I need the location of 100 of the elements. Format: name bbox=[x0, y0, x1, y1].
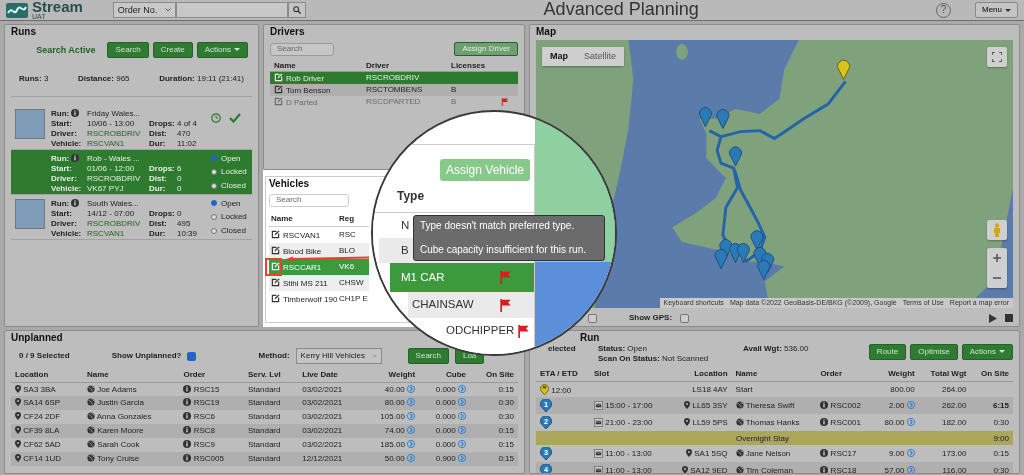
edit-icon[interactable] bbox=[271, 245, 280, 255]
radio-button[interactable] bbox=[211, 214, 217, 220]
details-icon[interactable] bbox=[407, 398, 416, 407]
vehicle-type-row[interactable]: ODCHIPPER bbox=[442, 318, 534, 344]
globe-icon bbox=[86, 384, 95, 393]
search-field[interactable]: Search bbox=[270, 42, 334, 56]
envelope-icon bbox=[594, 418, 603, 428]
fullscreen-button[interactable] bbox=[987, 47, 1007, 67]
details-icon[interactable] bbox=[458, 454, 466, 463]
action-button[interactable]: Actions bbox=[961, 344, 1013, 360]
details-icon[interactable] bbox=[407, 412, 416, 421]
table-cell-text: RSC bbox=[339, 230, 357, 240]
table-cell: SA12 9ED bbox=[690, 466, 728, 473]
action-button[interactable]: Actions bbox=[196, 42, 248, 58]
edit-icon[interactable] bbox=[271, 277, 280, 287]
field-label: Drops: bbox=[149, 118, 176, 129]
search-field[interactable]: Search bbox=[269, 194, 349, 207]
details-icon[interactable] bbox=[407, 440, 416, 449]
field-label: Dur: bbox=[149, 138, 167, 149]
table-cell: Standard bbox=[244, 438, 299, 453]
table-cell: RSC6 bbox=[193, 412, 215, 422]
edit-icon[interactable] bbox=[274, 84, 283, 94]
table-cell: 03/02/2021 bbox=[298, 396, 363, 411]
checkbox[interactable] bbox=[588, 313, 597, 323]
menu-button[interactable]: Menu bbox=[975, 2, 1018, 18]
map-type-tab[interactable]: Satellite bbox=[576, 47, 625, 66]
caret-icon bbox=[1005, 8, 1011, 12]
table-cell: RSC19 bbox=[193, 398, 220, 408]
search-field[interactable] bbox=[176, 2, 289, 18]
vehicle-type-row[interactable]: M1 CAR bbox=[390, 263, 534, 292]
radio-label: Closed bbox=[221, 180, 246, 191]
details-icon[interactable] bbox=[906, 449, 915, 458]
column-header: Name bbox=[274, 60, 297, 71]
table-cell: 50.00 bbox=[384, 454, 405, 464]
action-button[interactable]: Create bbox=[152, 42, 193, 58]
action-button[interactable]: Route bbox=[868, 344, 907, 360]
table-cell: 185.00 bbox=[380, 440, 405, 450]
field-label: Avail Wgt: bbox=[743, 344, 782, 353]
stop-marker[interactable]: 2 bbox=[540, 416, 552, 430]
field-value: Not Scanned bbox=[662, 353, 709, 363]
radio-button[interactable] bbox=[211, 155, 217, 162]
details-icon[interactable] bbox=[407, 454, 416, 463]
table-cell: RSC15 bbox=[193, 384, 220, 394]
radio-button[interactable] bbox=[211, 227, 217, 234]
table-cell: B bbox=[451, 97, 457, 107]
vehicle-row[interactable]: RSCCAR1 VK6 bbox=[269, 259, 369, 275]
show-gps-checkbox[interactable] bbox=[680, 313, 690, 323]
map-type-tab[interactable]: Map bbox=[542, 47, 576, 66]
run-card[interactable]: Run: Rob - Wales ... Start: 01/06 - 12:00 Drops: 6 Driver: RSCROBDRIV Dist: 0 Vehicle: VK67 PYJ Dur: 0 Open Locked Closed bbox=[11, 149, 252, 195]
stop-marker[interactable]: 4 bbox=[540, 464, 552, 473]
field-label: Status: bbox=[598, 344, 626, 353]
vehicle-type-row[interactable]: CHAINSAW bbox=[408, 292, 534, 318]
show-unplanned-checkbox[interactable] bbox=[187, 351, 197, 361]
vehicle-row[interactable]: RSCVAN1 RSC bbox=[269, 227, 369, 243]
radio-button[interactable] bbox=[211, 169, 217, 175]
details-icon[interactable] bbox=[407, 426, 416, 435]
action-button[interactable]: Search bbox=[107, 42, 149, 58]
field-label: Driver: bbox=[51, 128, 77, 138]
edit-icon[interactable] bbox=[271, 293, 280, 303]
street-view-button[interactable] bbox=[987, 220, 1007, 240]
search-type-select[interactable]: Order No. bbox=[112, 2, 177, 18]
details-icon[interactable] bbox=[458, 398, 466, 407]
details-icon[interactable] bbox=[906, 401, 915, 410]
play-icon[interactable] bbox=[989, 313, 997, 323]
radio-button[interactable] bbox=[211, 200, 217, 207]
stop-marker[interactable]: 3 bbox=[540, 447, 552, 461]
details-icon[interactable] bbox=[906, 418, 915, 427]
details-icon[interactable] bbox=[458, 440, 466, 449]
column-header: Name bbox=[82, 368, 180, 383]
table-cell: 11:00 - 13:00 bbox=[605, 466, 652, 473]
vehicle-row[interactable]: Blood Bike BLO bbox=[269, 243, 369, 259]
radio-button[interactable] bbox=[211, 182, 217, 189]
panel-title: Vehicles bbox=[269, 178, 311, 190]
table-cell: Standard bbox=[244, 382, 299, 397]
search-button[interactable] bbox=[288, 2, 307, 18]
search-status: Search Active bbox=[36, 44, 96, 56]
chevron-icon bbox=[373, 354, 377, 358]
column-header: Weight bbox=[362, 368, 420, 383]
driver-row[interactable]: Rob Driver RSCROBDRIV bbox=[270, 72, 518, 84]
action-button[interactable]: Optimise bbox=[910, 344, 958, 360]
vehicle-row[interactable]: Stihl MS 211 CHSW bbox=[269, 275, 369, 291]
details-icon[interactable] bbox=[407, 384, 416, 393]
action-button[interactable]: Search bbox=[407, 348, 449, 364]
page-title: Advanced Planning bbox=[542, 0, 700, 21]
field-value: 470 bbox=[177, 128, 192, 139]
table-cell: ODCHIPPER bbox=[446, 324, 515, 338]
radio-label: Closed bbox=[221, 225, 246, 236]
field-value: RSCROBDRIV bbox=[87, 218, 142, 229]
info-icon bbox=[820, 418, 829, 427]
envelope-icon bbox=[594, 401, 603, 411]
method-select[interactable]: Kerry Hill Vehicles bbox=[295, 348, 382, 364]
details-icon[interactable] bbox=[458, 412, 466, 421]
details-icon[interactable] bbox=[458, 426, 466, 435]
details-icon[interactable] bbox=[458, 384, 466, 393]
stop-marker[interactable]: 1 bbox=[540, 399, 552, 413]
vehicle-row[interactable]: Timberwolf 190 CH1P E bbox=[269, 291, 369, 307]
pin-icon bbox=[15, 384, 21, 393]
edit-icon[interactable] bbox=[271, 229, 280, 239]
details-icon[interactable] bbox=[906, 466, 915, 473]
driver-row[interactable]: Tom Benson RSCTOMBENS B bbox=[270, 84, 518, 96]
